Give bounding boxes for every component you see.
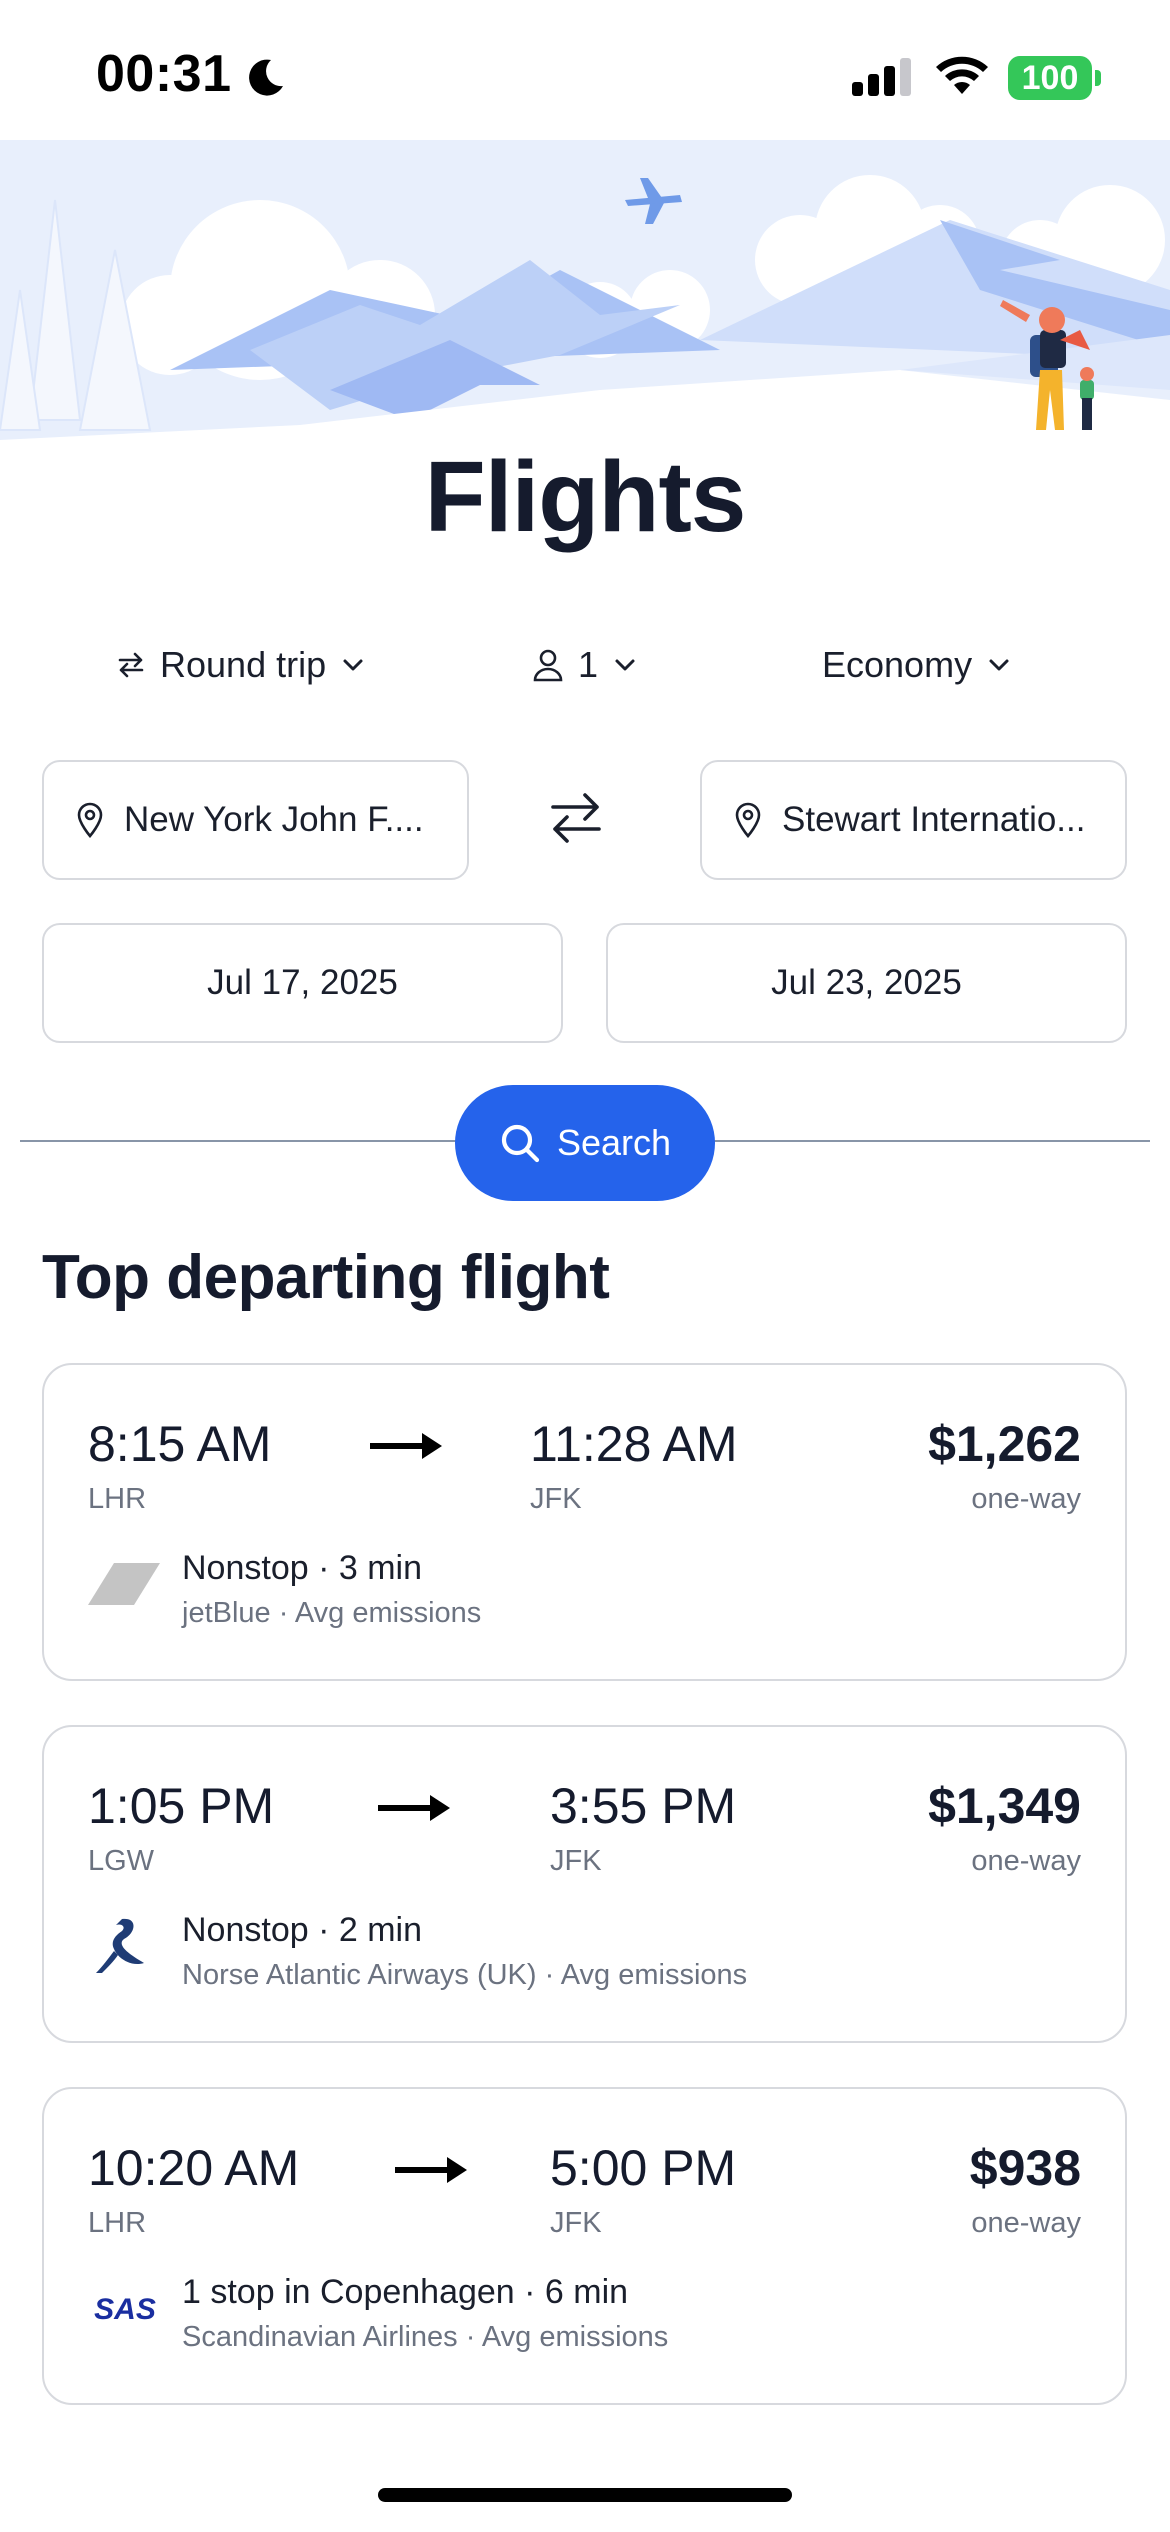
arrival-airport: JFK [530,1483,582,1515]
departure-date-value: Jul 17, 2025 [207,963,398,1002]
cabin-class-label: Economy [822,644,973,685]
return-date-field[interactable]: Jul 23, 2025 [606,923,1127,1043]
moon-icon [249,59,283,96]
flight-summary: Nonstop · 3 min [182,1549,422,1587]
passengers-dropdown[interactable]: 1 [532,635,638,695]
destination-field[interactable]: Stewart Internatio... [700,760,1127,880]
jetblue-logo-icon [88,1563,160,1605]
departure-airport: LHR [88,1483,147,1515]
flight-details: jetBlue · Avg emissions [182,1597,482,1629]
chevron-down-icon [343,659,363,671]
chevron-down-icon [989,659,1009,671]
flight-summary: Nonstop · 2 min [182,1911,422,1949]
trip-type-label: Round trip [160,644,327,685]
arrow-right-icon [370,1433,442,1459]
status-time: 00:31 [96,45,232,103]
flight-card[interactable]: 1:05 PM LGW 3:55 PM JFK $1,349 one-way N… [42,1725,1127,2043]
departure-time: 8:15 AM [88,1416,272,1472]
price-note: one-way [971,1483,1081,1515]
arrival-airport: JFK [550,1845,602,1877]
flight-card[interactable]: 8:15 AM LHR 11:28 AM JFK $1,262 one-way … [42,1363,1127,1681]
search-button-label: Search [556,1122,672,1163]
price-note: one-way [971,2207,1081,2239]
origin-field[interactable]: New York John F.... [42,760,469,880]
departure-time: 1:05 PM [88,1778,275,1834]
chevron-down-icon [615,659,635,671]
person-icon [533,649,563,682]
page-title: Flights [424,441,747,553]
location-pin-icon [77,802,103,838]
search-icon [501,1124,540,1163]
arrow-right-icon [378,1795,450,1821]
sas-logo-icon: SAS [94,2293,156,2326]
flight-price: $1,349 [928,1778,1081,1834]
flight-price: $1,262 [928,1416,1081,1472]
arrow-right-icon [395,2157,467,2183]
svg-text:SAS: SAS [94,2293,156,2326]
mountain-scene-illustration [0,175,1170,470]
flight-card[interactable]: 10:20 AM LHR 5:00 PM JFK $938 one-way SA… [42,2087,1127,2405]
battery-indicator: 100 [1008,56,1092,100]
flight-details: Scandinavian Airlines · Avg emissions [182,2321,669,2353]
signal-icon [852,58,911,96]
arrival-time: 5:00 PM [550,2140,737,2196]
swap-arrows-icon [118,652,144,678]
passengers-count: 1 [578,644,599,685]
flight-price: $938 [969,2140,1081,2196]
price-note: one-way [971,1845,1081,1877]
arrival-time: 3:55 PM [550,1778,737,1834]
departure-time: 10:20 AM [88,2140,300,2196]
departure-date-field[interactable]: Jul 17, 2025 [42,923,563,1043]
search-button[interactable]: Search [455,1085,715,1201]
hero-illustration [0,140,1170,470]
cabin-class-dropdown[interactable]: Economy [822,635,1012,695]
departure-airport: LGW [88,1845,155,1877]
swap-locations-button[interactable] [543,785,609,851]
destination-value: Stewart Internatio... [782,800,1086,839]
arrival-time: 11:28 AM [530,1416,738,1472]
section-title: Top departing flight [42,1243,610,1312]
departure-airport: LHR [88,2207,147,2239]
trip-type-dropdown[interactable]: Round trip [116,635,366,695]
location-pin-icon [735,802,761,838]
return-date-value: Jul 23, 2025 [771,963,962,1002]
home-indicator [378,2488,792,2502]
wifi-icon [936,56,988,94]
flight-details: Norse Atlantic Airways (UK) · Avg emissi… [182,1959,748,1991]
norse-logo-icon [96,1918,144,1973]
battery-cap [1095,70,1101,86]
origin-value: New York John F.... [124,800,424,839]
flight-summary: 1 stop in Copenhagen · 6 min [182,2273,629,2311]
arrival-airport: JFK [550,2207,602,2239]
status-bar: 00:31 100 [0,0,1170,140]
